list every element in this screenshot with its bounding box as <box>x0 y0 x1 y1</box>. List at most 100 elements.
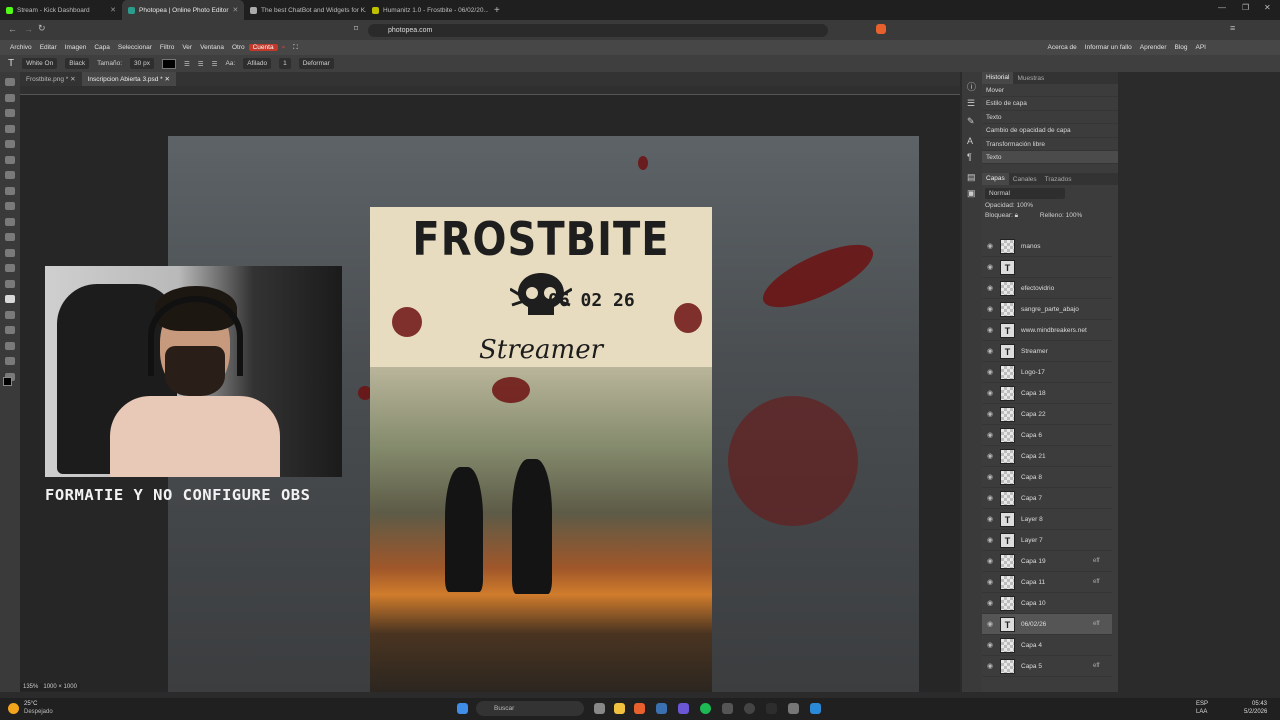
browser-tab[interactable]: Photopea | Online Photo Editor ✕ <box>122 0 244 20</box>
layer-row[interactable]: ◉ Capa 5 eff <box>982 656 1112 677</box>
capcut-icon[interactable] <box>766 703 777 714</box>
browser-tab[interactable]: The best ChatBot and Widgets for K...✕ <box>244 0 366 20</box>
menu-seleccionar[interactable]: Seleccionar <box>114 44 156 51</box>
history-item[interactable]: Texto <box>982 111 1118 125</box>
layer-row[interactable]: ◉ Capa 19 eff <box>982 551 1112 572</box>
clone-stamp-icon[interactable] <box>5 202 15 210</box>
blur-tool-icon[interactable] <box>5 264 15 272</box>
steam-icon[interactable] <box>656 703 667 714</box>
info-icon[interactable]: ⓘ <box>967 80 976 93</box>
tab-canales[interactable]: Canales <box>1009 176 1041 183</box>
dodge-tool-icon[interactable] <box>5 279 15 288</box>
lasso-tool-icon[interactable] <box>5 109 15 117</box>
visibility-eye-icon[interactable]: ◉ <box>987 284 993 292</box>
zoom-level[interactable]: 135% <box>23 684 38 690</box>
crop-tool-icon[interactable] <box>5 140 15 148</box>
layer-effects-badge[interactable]: eff <box>1093 558 1100 564</box>
visibility-eye-icon[interactable]: ◉ <box>987 557 993 565</box>
hand-tool-icon[interactable] <box>5 357 15 365</box>
antialias-select[interactable]: Afilado <box>243 58 272 69</box>
obs-icon[interactable] <box>744 703 755 714</box>
clock-time[interactable]: 05:43 <box>1252 701 1267 707</box>
visibility-eye-icon[interactable]: ◉ <box>987 536 993 544</box>
opacity-input[interactable]: 100% <box>1016 202 1033 209</box>
menu-ver[interactable]: Ver <box>178 44 196 51</box>
maximize-icon[interactable]: ❐ <box>1242 3 1249 12</box>
app-icon[interactable] <box>722 703 733 714</box>
layer-row[interactable]: ◉ Capa 7 <box>982 488 1112 509</box>
visibility-eye-icon[interactable]: ◉ <box>987 431 993 439</box>
reload-icon[interactable]: ↻ <box>38 23 46 34</box>
layer-row[interactable]: ◉ efectovidrio <box>982 278 1112 299</box>
menu-capa[interactable]: Capa <box>90 44 114 51</box>
visibility-eye-icon[interactable]: ◉ <box>987 305 993 313</box>
visibility-eye-icon[interactable]: ◉ <box>987 599 993 607</box>
align-left-icon[interactable]: ☰ <box>184 60 190 68</box>
image-icon[interactable]: ▣ <box>967 188 976 199</box>
fill-tool-icon[interactable] <box>5 248 15 257</box>
healing-brush-icon[interactable] <box>5 171 15 179</box>
move-tool-icon[interactable] <box>5 78 15 86</box>
taskbar-search[interactable]: Buscar <box>476 701 584 716</box>
layer-effects-badge[interactable]: eff <box>1093 663 1100 669</box>
brave-shield-icon[interactable] <box>876 24 886 34</box>
link-blog[interactable]: Blog <box>1171 44 1192 51</box>
app-icon[interactable] <box>810 703 821 714</box>
doc-tab-inscripcion[interactable]: Inscripcion Abierta 3.psd * ✕ <box>81 72 176 86</box>
bookmark-icon[interactable]: ⌑ <box>354 24 358 33</box>
visibility-eye-icon[interactable]: ◉ <box>987 263 993 271</box>
layer-row[interactable]: ◉ Logo-17 <box>982 362 1112 383</box>
search-icon[interactable]: ⌕ <box>278 44 290 52</box>
tab-muestras[interactable]: Muestras <box>1013 75 1048 82</box>
lock-icon[interactable]: 🔒︎ <box>1015 212 1018 219</box>
layer-row[interactable]: ◉ T Streamer <box>982 341 1112 362</box>
browser-tab[interactable]: Stream - Kick Dashboard ✕ <box>0 0 122 20</box>
shape-tool-icon[interactable] <box>5 341 15 350</box>
brave-browser-icon[interactable] <box>634 703 645 714</box>
layer-row[interactable]: ◉ manos <box>982 236 1112 257</box>
link-api[interactable]: API <box>1192 44 1210 51</box>
fill-input[interactable]: 100% <box>1066 212 1083 219</box>
paragraph-icon[interactable]: ¶ <box>967 152 972 162</box>
close-tab-icon[interactable]: ✕ <box>233 6 239 14</box>
discord-icon[interactable] <box>678 703 689 714</box>
layer-row[interactable]: ◉ sangre_parte_abajo <box>982 299 1112 320</box>
history-item[interactable]: Texto <box>982 150 1118 165</box>
eraser-icon[interactable] <box>5 233 15 241</box>
history-item[interactable]: Mover <box>982 84 1118 98</box>
account-button[interactable]: Cuenta <box>248 44 278 51</box>
marquee-tool-icon[interactable] <box>5 93 15 102</box>
brush-icon[interactable]: ✎ <box>967 116 975 127</box>
back-icon[interactable]: ← <box>8 24 17 34</box>
close-icon[interactable]: ✕ <box>165 76 170 83</box>
url-input[interactable]: photopea.com <box>368 24 828 37</box>
windows-start-icon[interactable] <box>457 703 468 714</box>
link-informar-fallo[interactable]: Informar un fallo <box>1081 44 1136 51</box>
layer-row[interactable]: ◉ Capa 21 <box>982 446 1112 467</box>
visibility-eye-icon[interactable]: ◉ <box>987 242 993 250</box>
settings-icon[interactable] <box>788 703 799 714</box>
close-icon[interactable]: ✕ <box>70 76 75 83</box>
fullscreen-icon[interactable]: ⛶ <box>289 44 302 52</box>
clock-date[interactable]: 5/2/2026 <box>1244 709 1267 715</box>
task-view-icon[interactable] <box>594 703 605 714</box>
history-item[interactable]: Cambio de opacidad de capa <box>982 124 1118 138</box>
history-brush-icon[interactable] <box>5 217 15 226</box>
foreground-color-swatch[interactable] <box>3 377 12 386</box>
text-tool-icon[interactable] <box>5 295 15 303</box>
warp-button[interactable]: Deformar <box>298 58 334 69</box>
tab-historial[interactable]: Historial <box>982 72 1014 84</box>
visibility-eye-icon[interactable]: ◉ <box>987 515 993 523</box>
eyedropper-icon[interactable] <box>5 155 15 164</box>
input-language[interactable]: ESP <box>1196 701 1208 707</box>
visibility-eye-icon[interactable]: ◉ <box>987 347 993 355</box>
layer-row[interactable]: ◉ Capa 10 <box>982 593 1112 614</box>
font-style-select[interactable]: Black <box>65 58 90 69</box>
menu-editar[interactable]: Editar <box>36 44 61 51</box>
layer-row[interactable]: ◉ Twww.mindbreakers.net <box>982 320 1112 341</box>
brush-tool-icon[interactable] <box>5 186 15 195</box>
leading-select[interactable]: 1 <box>279 58 291 69</box>
layer-effects-badge[interactable]: eff <box>1093 621 1100 627</box>
doc-tab-frostbite[interactable]: Frostbite.png * ✕ <box>20 72 82 86</box>
align-right-icon[interactable]: ☰ <box>212 60 218 68</box>
